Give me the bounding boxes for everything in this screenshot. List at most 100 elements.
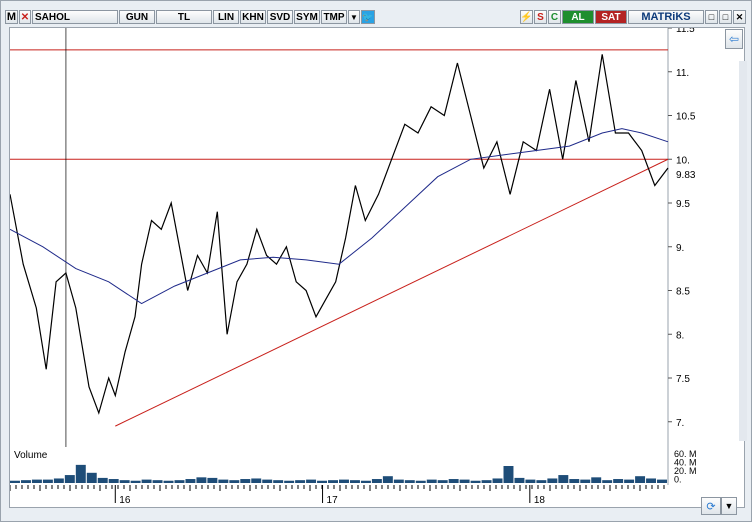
volume-bar xyxy=(295,480,306,483)
price-line xyxy=(9,54,669,415)
volume-bar xyxy=(130,480,141,483)
volume-chart-svg: 60. M40. M20. M0. xyxy=(10,447,697,485)
y-tick-label: 11.5 xyxy=(676,28,695,35)
volume-bar xyxy=(613,479,624,483)
price-chart[interactable]: 11.5 11. 10.5 10. 9.5 9. 8.5 8. 7.5 7. 9.83 xyxy=(9,24,745,449)
toolbar: M ✕ SAHOL GUN TL LIN KHN SVD SYM TMP ▼ 🐦… xyxy=(5,9,747,25)
volume-bar xyxy=(284,480,295,483)
volume-bar xyxy=(558,475,569,483)
minimize-icon[interactable]: □ xyxy=(705,10,718,24)
y-tick-label: 7. xyxy=(676,418,684,429)
moving-average-line xyxy=(9,128,669,305)
y-tick-label: 11. xyxy=(676,68,689,79)
volume-bar xyxy=(229,480,240,483)
volume-bar xyxy=(448,479,459,483)
volume-bar xyxy=(437,480,448,483)
volume-bar xyxy=(273,480,284,483)
volume-bar xyxy=(97,477,108,483)
volume-label: Volume xyxy=(14,450,48,461)
y-tick-label: 8.5 xyxy=(676,287,690,298)
lightning-icon[interactable]: ⚡ xyxy=(520,10,533,24)
volume-bar xyxy=(317,480,328,483)
volume-bar xyxy=(64,475,75,483)
volume-bar xyxy=(547,478,558,483)
volume-bar xyxy=(108,479,119,483)
y-tick-label: 9. xyxy=(676,243,684,254)
volume-bar xyxy=(141,479,152,483)
chart-window: M ✕ SAHOL GUN TL LIN KHN SVD SYM TMP ▼ 🐦… xyxy=(0,0,752,522)
volume-bar xyxy=(569,479,580,483)
volume-bar xyxy=(328,480,338,483)
sym-button[interactable]: SYM xyxy=(294,10,320,24)
currency-button[interactable]: TL xyxy=(156,10,212,24)
y-tick-label: 10. xyxy=(676,155,690,166)
chevron-down-icon[interactable]: ▼ xyxy=(721,497,737,515)
c-button[interactable]: C xyxy=(548,10,561,24)
period-button[interactable]: GUN xyxy=(119,10,155,24)
volume-bar xyxy=(404,480,415,483)
volume-tick-label: 0. xyxy=(674,475,682,485)
menu-button[interactable]: M xyxy=(5,10,18,24)
volume-bar xyxy=(20,480,31,483)
volume-bar xyxy=(580,479,591,483)
volume-bar xyxy=(10,480,20,483)
refresh-icon[interactable]: ⟳ xyxy=(701,497,721,515)
close-symbol-button[interactable]: ✕ xyxy=(19,10,31,24)
y-tick-label: 7.5 xyxy=(676,374,690,385)
volume-panel[interactable]: Volume 60. M 40. M 20. M 0. xyxy=(9,447,745,486)
y-tick-label: 9.5 xyxy=(676,199,690,210)
volume-bar xyxy=(42,479,53,483)
volume-bar xyxy=(646,478,657,483)
price-chart-svg: 11.5 11. 10.5 10. 9.5 9. 8.5 8. 7.5 7. 9.83 xyxy=(9,24,696,448)
close-icon[interactable]: ✕ xyxy=(733,10,746,24)
volume-bar xyxy=(602,480,613,483)
x-axis-svg: 16 17 18 xyxy=(9,485,665,506)
volume-bar xyxy=(152,480,163,483)
symbol-field[interactable]: SAHOL xyxy=(32,10,118,24)
trend-line xyxy=(115,158,669,427)
x-axis: 16 17 18 xyxy=(9,485,745,508)
brand-logo: MATRiKS xyxy=(628,10,704,24)
volume-bar xyxy=(503,466,514,483)
volume-bar xyxy=(306,479,317,483)
volume-bar xyxy=(470,480,481,483)
volume-bar xyxy=(459,479,470,483)
template-button[interactable]: TMP xyxy=(321,10,347,24)
volume-bar xyxy=(196,477,207,483)
volume-bar xyxy=(360,480,371,483)
sell-button[interactable]: SAT xyxy=(595,10,627,24)
vertical-scrollbar[interactable] xyxy=(739,61,747,441)
volume-bar xyxy=(492,478,503,483)
svd-button[interactable]: SVD xyxy=(267,10,293,24)
volume-bar xyxy=(207,477,218,483)
volume-bar xyxy=(657,479,667,483)
volume-bar xyxy=(426,479,437,483)
s-button[interactable]: S xyxy=(534,10,547,24)
khn-button[interactable]: KHN xyxy=(240,10,266,24)
volume-bar xyxy=(536,480,547,483)
volume-bar xyxy=(624,479,635,483)
volume-bar xyxy=(349,480,360,483)
scale-button[interactable]: LIN xyxy=(213,10,239,24)
back-arrow-icon[interactable]: ⇦ xyxy=(725,29,743,49)
x-tick-label: 16 xyxy=(119,495,131,506)
y-tick-label: 10.5 xyxy=(676,112,696,123)
volume-bar xyxy=(262,479,273,483)
volume-bar xyxy=(119,480,130,483)
volume-bar xyxy=(251,478,262,483)
last-price-label: 9.83 xyxy=(676,170,696,181)
maximize-icon[interactable]: □ xyxy=(719,10,732,24)
chevron-down-icon[interactable]: ▼ xyxy=(348,10,360,24)
volume-bar xyxy=(415,480,426,483)
volume-bar xyxy=(31,479,42,483)
twitter-icon[interactable]: 🐦 xyxy=(361,10,375,24)
volume-bar xyxy=(163,480,174,483)
volume-bar xyxy=(393,479,404,483)
volume-bar xyxy=(75,464,86,483)
buy-button[interactable]: AL xyxy=(562,10,594,24)
volume-bar xyxy=(218,479,229,483)
volume-bar xyxy=(174,480,185,483)
volume-bar xyxy=(53,478,64,483)
volume-bar xyxy=(382,476,393,483)
volume-bar xyxy=(185,479,196,483)
